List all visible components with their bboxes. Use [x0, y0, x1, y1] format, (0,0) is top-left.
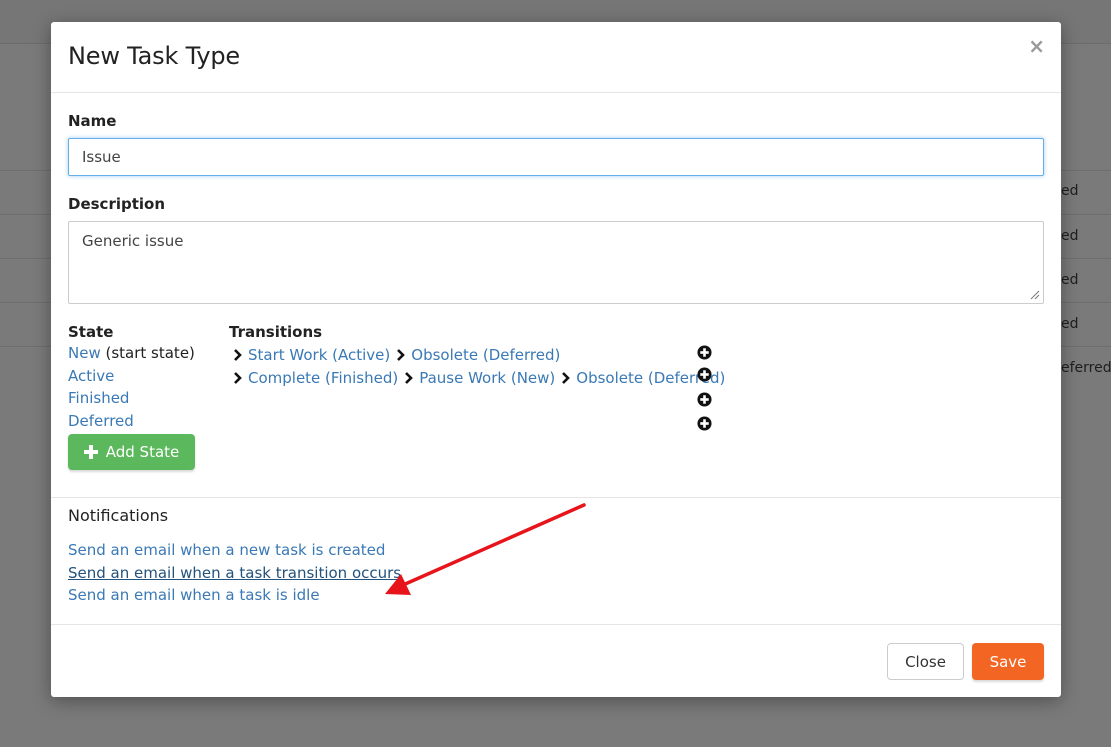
transition-link-complete[interactable]: Complete (Finished) — [248, 369, 398, 387]
transitions-list: Start Work (Active) Obsolete (Deferred) … — [231, 344, 725, 389]
add-transition-icon[interactable] — [697, 416, 712, 431]
state-item: Active — [68, 367, 195, 390]
state-item: Finished — [68, 389, 195, 412]
resize-grip-icon[interactable] — [1030, 290, 1040, 300]
add-state-button[interactable]: Add State — [68, 434, 195, 470]
save-button[interactable]: Save — [972, 643, 1044, 680]
add-transition-icon[interactable] — [697, 367, 712, 382]
add-transition-icon[interactable] — [697, 345, 712, 360]
description-label: Description — [68, 195, 166, 213]
notification-link-transition[interactable]: Send an email when a task transition occ… — [68, 564, 401, 587]
state-list: New (start state) Active Finished Deferr… — [68, 344, 195, 434]
transitions-header: Transitions — [229, 323, 323, 341]
state-link-finished[interactable]: Finished — [68, 389, 129, 407]
background-cell: ed — [1061, 183, 1079, 199]
add-state-label: Add State — [105, 443, 180, 461]
description-textarea[interactable]: Generic issue — [68, 221, 1044, 304]
description-text: Generic issue — [82, 232, 184, 250]
close-button[interactable]: Close — [887, 643, 964, 680]
close-icon[interactable]: × — [1028, 36, 1045, 56]
transition-link-start-work[interactable]: Start Work (Active) — [248, 346, 390, 364]
transition-row: Start Work (Active) Obsolete (Deferred) — [231, 344, 725, 367]
new-task-type-modal: New Task Type × Name Issue Description G… — [51, 22, 1061, 697]
add-transition-icon[interactable] — [697, 392, 712, 407]
modal-header: New Task Type × — [51, 22, 1061, 93]
chevron-right-icon — [404, 371, 414, 385]
background-cell: ed — [1061, 272, 1079, 288]
plus-icon — [83, 445, 98, 459]
notifications-title: Notifications — [68, 506, 169, 525]
name-input[interactable]: Issue — [68, 138, 1044, 176]
chevron-right-icon — [561, 371, 571, 385]
notification-link-idle[interactable]: Send an email when a task is idle — [68, 586, 401, 609]
transition-row: Complete (Finished) Pause Work (New) Obs… — [231, 367, 725, 390]
modal-title: New Task Type — [68, 42, 240, 70]
state-link-new[interactable]: New — [68, 344, 101, 362]
annotation-arrow-icon — [385, 503, 586, 595]
transition-link-obsolete[interactable]: Obsolete (Deferred) — [411, 346, 560, 364]
section-divider — [51, 497, 1061, 498]
chevron-right-icon — [233, 348, 242, 362]
footer-divider — [51, 624, 1061, 625]
transition-link-pause-work[interactable]: Pause Work (New) — [419, 369, 555, 387]
chevron-right-icon — [233, 371, 242, 385]
state-item: Deferred — [68, 412, 195, 435]
background-cell: ed — [1061, 316, 1079, 332]
chevron-right-icon — [396, 348, 406, 362]
state-header: State — [68, 323, 114, 341]
state-link-deferred[interactable]: Deferred — [68, 412, 134, 430]
background-cell: ed — [1061, 228, 1079, 244]
name-label: Name — [68, 112, 117, 130]
state-link-active[interactable]: Active — [68, 367, 114, 385]
start-state-note: (start state) — [100, 344, 195, 362]
notification-link-new-task[interactable]: Send an email when a new task is created — [68, 541, 401, 564]
state-item: New (start state) — [68, 344, 195, 367]
background-cell: eferred — [1061, 360, 1111, 376]
notifications-list: Send an email when a new task is created… — [68, 541, 401, 609]
